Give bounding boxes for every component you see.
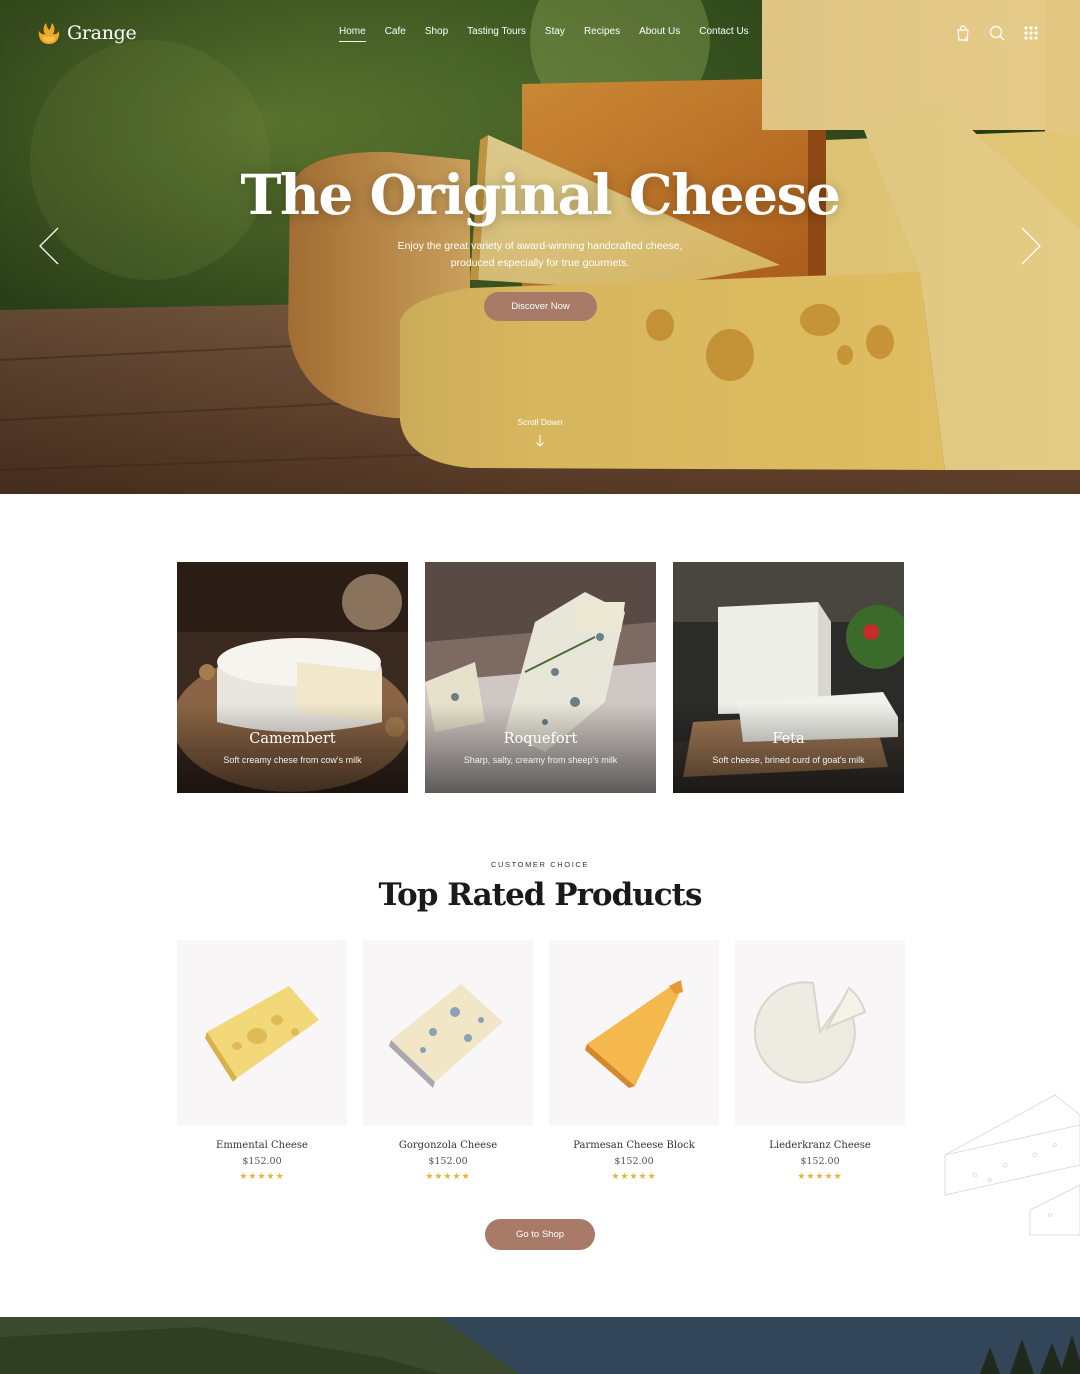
discover-now-button[interactable]: Discover Now (484, 292, 597, 321)
product-name[interactable]: Parmesan Cheese Block (549, 1140, 719, 1151)
parmesan-cheese-image (585, 980, 683, 1088)
nav-item-cafe[interactable]: Cafe (385, 26, 406, 37)
nav-item-about-us[interactable]: About Us (639, 26, 680, 37)
product-price: $152.00 (614, 1156, 654, 1167)
star-rating-icon: ★★★★★ (239, 1171, 285, 1181)
hero-subtitle-line-2: produced especially for true gourmets. (450, 256, 630, 269)
category-title: Feta (772, 731, 805, 747)
category-card-camembert[interactable]: Camembert Soft creamy chese from cow's m… (177, 562, 408, 793)
logo-text: Grange (67, 22, 137, 44)
grid-menu-icon[interactable] (1022, 24, 1040, 42)
logo[interactable]: Grange (36, 20, 137, 46)
cheese-categories: Camembert Soft creamy chese from cow's m… (177, 562, 904, 793)
top-navigation: Grange Home Cafe Shop Tasting Tours Stay… (0, 0, 1080, 66)
star-rating-icon: ★★★★★ (611, 1171, 657, 1181)
category-card-roquefort[interactable]: Roquefort Sharp, salty, creamy from shee… (425, 562, 656, 793)
product-name[interactable]: Emmental Cheese (177, 1140, 347, 1151)
hero-slider: Grange Home Cafe Shop Tasting Tours Stay… (0, 0, 1080, 494)
product-grid: Emmental Cheese $152.00 ★★★★★ Gorgonzola… (177, 940, 905, 1182)
card-overlay (425, 703, 656, 793)
product-price: $152.00 (800, 1156, 840, 1167)
nav-item-contact-us[interactable]: Contact Us (699, 26, 748, 37)
liederkranz-cheese-image (753, 981, 867, 1084)
product-card[interactable]: Liederkranz Cheese $152.00 ★★★★★ (735, 940, 905, 1182)
category-subtitle: Sharp, salty, creamy from sheep's milk (463, 755, 618, 765)
product-name[interactable]: Liederkranz Cheese (735, 1140, 905, 1151)
category-subtitle: Soft creamy chese from cow's milk (223, 755, 362, 765)
go-to-shop-button[interactable]: Go to Shop (485, 1219, 595, 1250)
category-subtitle: Soft cheese, brined curd of goat's milk (712, 755, 865, 765)
card-overlay (177, 703, 408, 793)
arrow-down-icon[interactable] (533, 434, 547, 448)
product-card[interactable]: Gorgonzola Cheese $152.00 ★★★★★ (363, 940, 533, 1182)
hero-subtitle-line-1: Enjoy the great variety of award-winning… (397, 240, 683, 252)
nav-item-home[interactable]: Home (339, 26, 366, 42)
star-rating-icon: ★★★★★ (425, 1171, 471, 1181)
gorgonzola-cheese-image (389, 984, 503, 1088)
nav-item-recipes[interactable]: Recipes (584, 26, 620, 37)
main-menu: Home Cafe Shop Tasting Tours Stay Recipe… (339, 26, 749, 42)
search-icon[interactable] (988, 24, 1006, 42)
product-image[interactable] (735, 940, 905, 1126)
scroll-down-label[interactable]: Scroll Down (0, 417, 1080, 427)
category-title: Roquefort (503, 731, 578, 747)
product-price: $152.00 (428, 1156, 468, 1167)
product-image[interactable] (549, 940, 719, 1126)
product-image[interactable] (177, 940, 347, 1126)
mountain-landscape-image (0, 1317, 1080, 1374)
product-name[interactable]: Gorgonzola Cheese (363, 1140, 533, 1151)
section-title: Top Rated Products (378, 877, 703, 913)
hero-title: The Original Cheese (240, 162, 841, 227)
cart-icon[interactable]: 0 (954, 24, 972, 42)
nav-item-shop[interactable]: Shop (425, 26, 448, 37)
section-eyebrow: CUSTOMER CHOICE (490, 860, 590, 869)
product-price: $152.00 (242, 1156, 282, 1167)
cart-count: 0 (965, 38, 969, 43)
landscape-banner (0, 1317, 1080, 1374)
logo-icon (38, 23, 60, 44)
emmental-cheese-image (205, 986, 319, 1082)
product-card[interactable]: Parmesan Cheese Block $152.00 ★★★★★ (549, 940, 719, 1182)
star-rating-icon: ★★★★★ (797, 1171, 843, 1181)
header-actions: 0 (954, 24, 1040, 42)
nav-item-stay[interactable]: Stay (545, 26, 565, 37)
product-image[interactable] (363, 940, 533, 1126)
category-title: Camembert (249, 731, 336, 747)
hero-subtitle: Enjoy the great variety of award-winning… (0, 238, 1080, 271)
nav-item-tasting-tours[interactable]: Tasting Tours (467, 26, 526, 37)
cheese-sketch-decoration (944, 1094, 1080, 1236)
card-overlay (673, 703, 904, 793)
category-card-feta[interactable]: Feta Soft cheese, brined curd of goat's … (673, 562, 904, 793)
product-card[interactable]: Emmental Cheese $152.00 ★★★★★ (177, 940, 347, 1182)
